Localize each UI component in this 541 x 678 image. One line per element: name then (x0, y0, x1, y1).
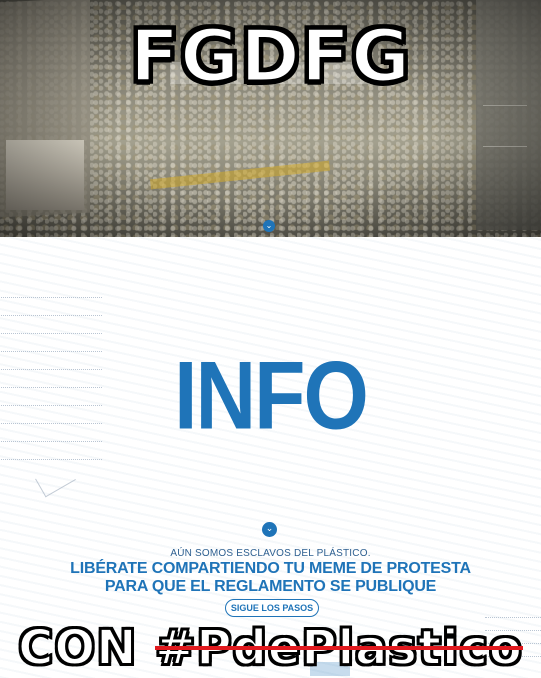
meme-bottom-text: CON #PdePlastico (0, 618, 541, 678)
subtitle-line: AÚN SOMOS ESCLAVOS DEL PLÁSTICO. (170, 548, 371, 559)
hero-scroll-button[interactable]: ⌄ (263, 220, 275, 232)
headline-line-2: PARA QUE EL REGLAMENTO SE PUBLIQUE (104, 578, 437, 595)
meme-bottom-prefix: CON (17, 619, 138, 677)
chevron-down-icon: ⌄ (265, 221, 273, 230)
chevron-down-icon: ⌄ (265, 524, 274, 534)
meme-top-text: FGDFG (128, 13, 412, 100)
page-title: INFO (174, 340, 369, 450)
headline-line-1: LIBÉRATE COMPARTIENDO TU MEME DE PROTEST… (70, 560, 471, 577)
webpage-panel: INFO ⌄ AÚN SOMOS ESCLAVOS DEL PLÁSTICO. … (0, 237, 541, 678)
follow-steps-button[interactable]: SIGUE LOS PASOS (225, 599, 319, 617)
signature-mark (35, 461, 76, 498)
strikethrough-line (155, 646, 523, 650)
meme-hashtag: #PdePlastico (154, 618, 523, 678)
page-scroll-button[interactable]: ⌄ (262, 522, 277, 537)
